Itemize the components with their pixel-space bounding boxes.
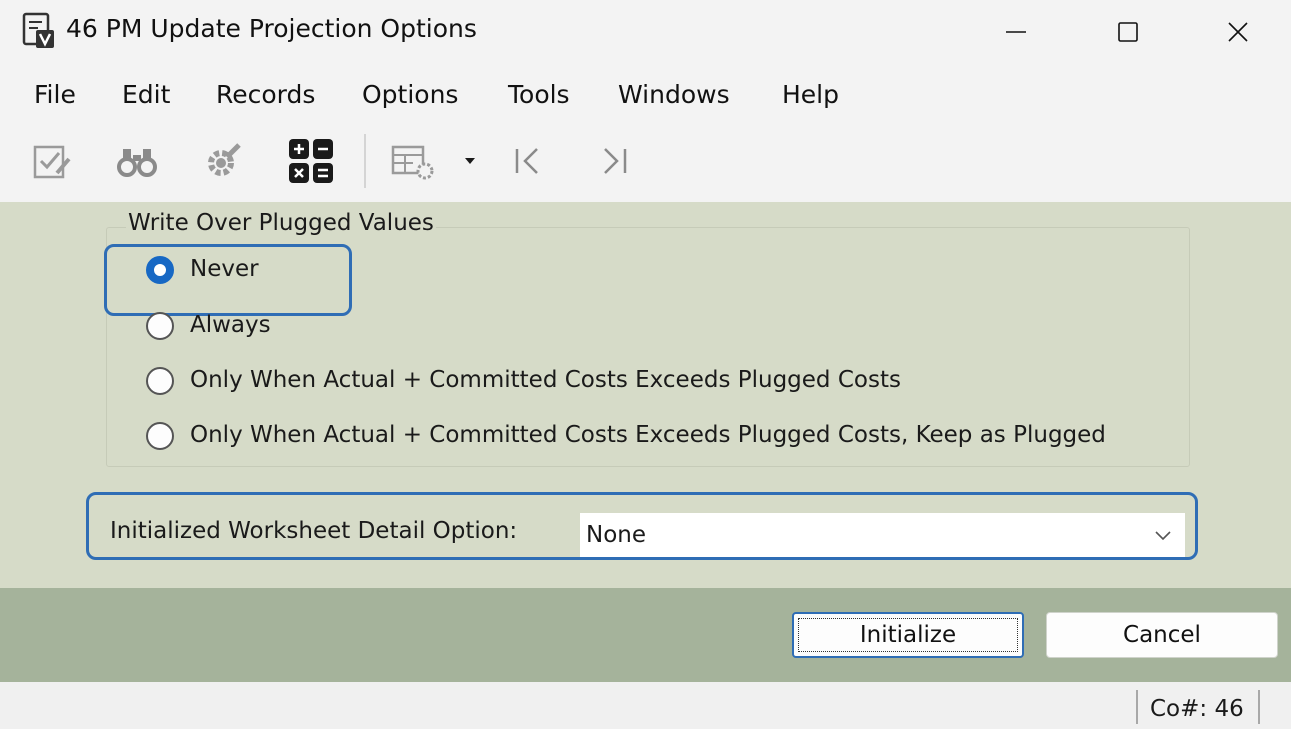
- calculator-button[interactable]: [280, 130, 342, 192]
- detail-option-label: Initialized Worksheet Detail Option:: [110, 518, 518, 544]
- status-bar: [0, 682, 1291, 729]
- settings-wrench-icon: [208, 143, 241, 176]
- menu-windows[interactable]: Windows: [618, 80, 730, 109]
- close-button[interactable]: [1184, 0, 1291, 64]
- initialize-button[interactable]: Initialize: [792, 612, 1024, 658]
- radio-exceeds-label[interactable]: Only When Actual + Committed Costs Excee…: [190, 367, 901, 393]
- radio-exceeds[interactable]: [146, 367, 174, 395]
- binoculars-icon: [117, 149, 157, 177]
- write-over-group-label: Write Over Plugged Values: [126, 210, 436, 236]
- calculator-icon: [289, 139, 333, 183]
- app-form-icon[interactable]: [22, 12, 56, 50]
- menu-help[interactable]: Help: [782, 80, 839, 109]
- menu-records[interactable]: Records: [216, 80, 315, 109]
- radio-always-label[interactable]: Always: [190, 312, 271, 338]
- company-number: Co#: 46: [1150, 696, 1244, 722]
- menu-file[interactable]: File: [34, 80, 76, 109]
- menu-tools[interactable]: Tools: [508, 80, 570, 109]
- first-record-button[interactable]: [496, 130, 558, 192]
- grid-settings-icon: [391, 145, 434, 180]
- minimize-icon: [1006, 31, 1026, 33]
- toolbar: [0, 122, 1291, 203]
- close-icon: [1227, 22, 1248, 42]
- status-separator: [1136, 690, 1138, 724]
- first-record-icon: [515, 148, 538, 174]
- status-separator: [1258, 690, 1260, 724]
- toolbar-separator: [364, 134, 366, 188]
- edit-check-icon: [33, 145, 71, 179]
- radio-always[interactable]: [146, 312, 174, 340]
- radio-exceeds-keep-plugged-label[interactable]: Only When Actual + Committed Costs Excee…: [190, 422, 1106, 448]
- cancel-button-label: Cancel: [1123, 622, 1201, 648]
- radio-never-label[interactable]: Never: [190, 256, 259, 282]
- chevron-down-icon: [1155, 531, 1171, 541]
- detail-option-select[interactable]: None: [580, 513, 1185, 557]
- maximize-button[interactable]: [1072, 0, 1184, 64]
- minimize-button[interactable]: [960, 0, 1072, 64]
- cancel-button[interactable]: Cancel: [1046, 612, 1278, 658]
- window-title: 46 PM Update Projection Options: [66, 14, 477, 43]
- settings-button[interactable]: [192, 130, 254, 192]
- last-record-button[interactable]: [584, 130, 646, 192]
- grid-settings-dropdown[interactable]: [452, 130, 488, 192]
- find-button[interactable]: [106, 130, 168, 192]
- dropdown-arrow-icon: [465, 158, 475, 164]
- maximize-icon: [1118, 22, 1138, 42]
- radio-never[interactable]: [146, 256, 174, 284]
- radio-exceeds-keep-plugged[interactable]: [146, 422, 174, 450]
- menu-options[interactable]: Options: [362, 80, 458, 109]
- edit-check-button[interactable]: [20, 130, 82, 192]
- menu-edit[interactable]: Edit: [122, 80, 170, 109]
- grid-settings-button[interactable]: [382, 130, 444, 192]
- detail-option-value: None: [586, 522, 647, 548]
- last-record-icon: [604, 148, 627, 174]
- focus-dotted-outline: [798, 618, 1018, 652]
